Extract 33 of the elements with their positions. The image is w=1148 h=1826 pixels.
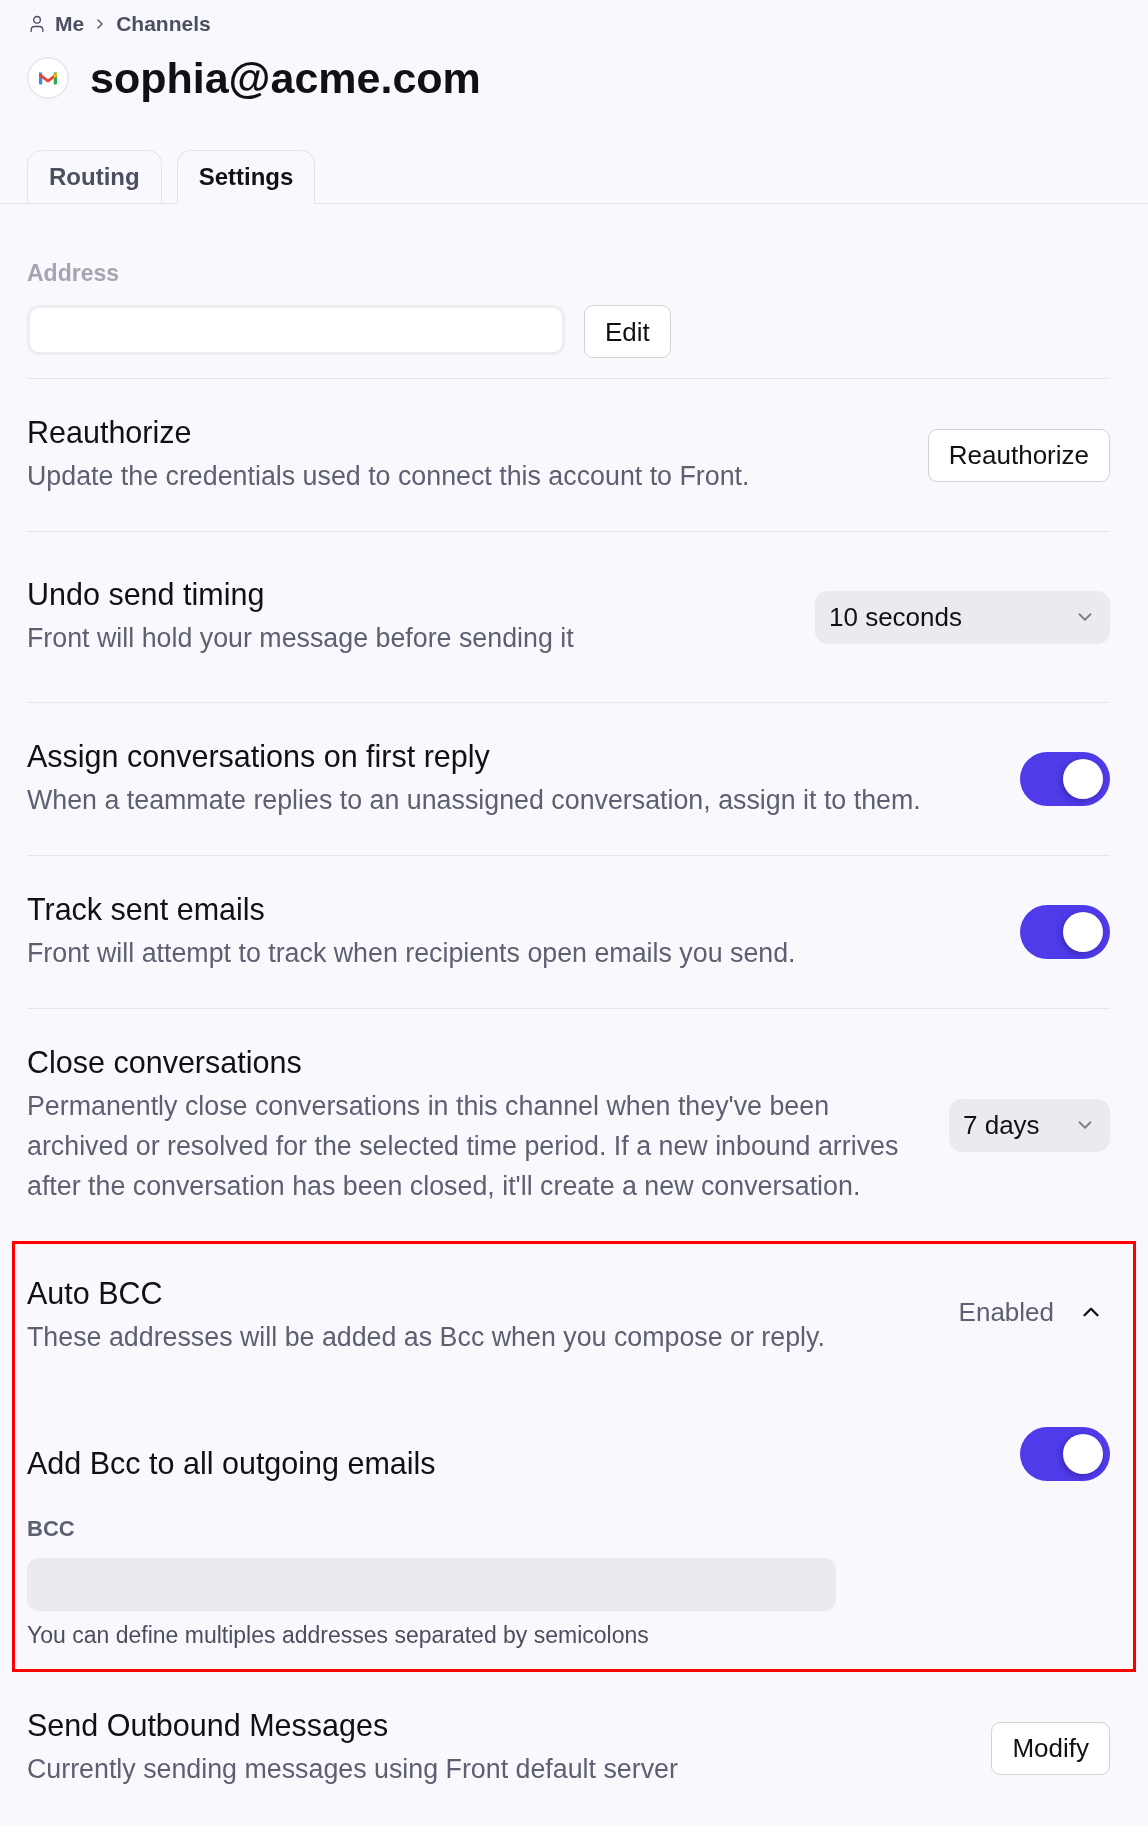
field-label: BCC [27,1515,76,1543]
field-label: Address [27,259,121,288]
setting-title: Send Outbound Messages [27,1707,390,1743]
breadcrumb-link[interactable]: Channels [116,10,211,38]
field-hint: You can define multiples addresses separated by semicolons [27,1621,650,1649]
action-button[interactable]: Modify [991,1721,1110,1775]
tab[interactable]: Routing [27,150,162,204]
breadcrumb-link[interactable]: Me [55,10,85,38]
page-title: sophia@acme.com [90,53,481,104]
setting-title: Assign conversations on first reply [27,738,491,774]
setting-title: Auto BCC [27,1275,164,1311]
setting-description: Currently sending messages using Front default server [27,1753,679,1786]
toggle-switch[interactable] [1020,1427,1110,1481]
dropdown-select[interactable]: 10 seconds [815,590,1110,644]
setting-title: Reauthorize [27,414,193,450]
setting-title: Track sent emails [27,891,266,927]
toggle-switch[interactable] [1020,752,1110,806]
setting-description: Front will attempt to track when recipients open emails you send. [27,937,797,970]
setting-description: Permanently close conversations in this channel when they've been archived or resolved for the selected time period. If a new inbound arrives after the conversation has been closed, it'll create a new conversation. [27,1090,900,1203]
option-title: Add Bcc to all outgoing emails [27,1445,436,1481]
status-text: Enabled [958,1297,1054,1327]
setting-title: Undo send timing [27,576,266,612]
setting-description: When a teammate replies to an unassigned conversation, assign it to them. [27,784,922,817]
setting-title: Close conversations [27,1044,303,1080]
mail-logo-icon [27,57,69,99]
setting-description: Update the credentials used to connect this account to Front. [27,460,751,493]
toggle-switch[interactable] [1020,905,1110,959]
action-button[interactable]: Reauthorize [927,428,1110,482]
setting-description: Front will hold your message before sending it [27,622,575,655]
edit-button[interactable]: Edit [584,305,671,358]
tab[interactable]: Settings [176,150,316,204]
setting-description: These addresses will be added as Bcc when you compose or reply. [27,1321,826,1354]
dropdown-select[interactable]: 7 days [949,1098,1110,1152]
